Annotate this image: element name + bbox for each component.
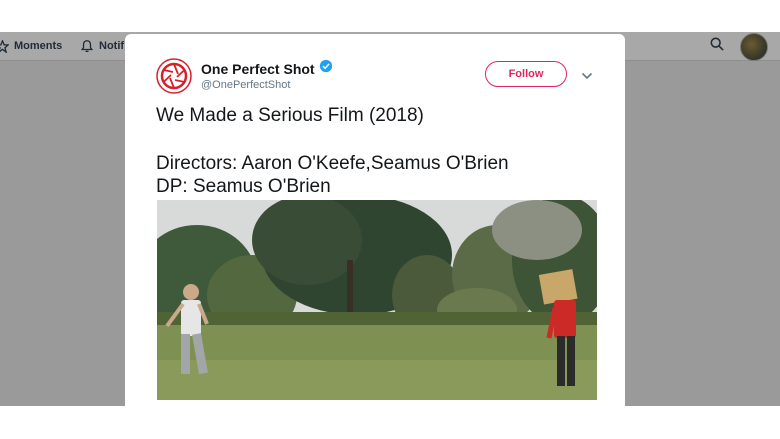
nav-moments[interactable]: Moments <box>0 32 62 60</box>
tweet-text-line-1: We Made a Serious Film (2018) <box>156 105 424 126</box>
moments-icon <box>0 39 9 53</box>
author-name-row[interactable]: One Perfect Shot <box>201 59 333 78</box>
search-icon[interactable] <box>710 37 724 56</box>
tweet-text-line-2: Directors: Aaron O'Keefe,Seamus O'Brien <box>156 153 509 174</box>
nav-notifications-label: Notif <box>99 40 125 52</box>
nav-moments-label: Moments <box>14 40 63 52</box>
follow-button[interactable]: Follow <box>485 61 567 87</box>
top-band <box>0 0 780 32</box>
tweet-text-line-3: DP: Seamus O'Brien <box>156 176 331 197</box>
bottom-band <box>0 406 780 439</box>
user-avatar[interactable] <box>740 33 768 61</box>
profile-avatar[interactable] <box>156 58 192 94</box>
user-handle[interactable]: @OnePerfectShot <box>201 79 290 91</box>
display-name[interactable]: One Perfect Shot <box>201 61 315 77</box>
nav-notifications[interactable]: Notif <box>80 32 124 60</box>
verified-badge-icon <box>319 59 333 78</box>
tweet-media-video[interactable] <box>157 200 597 400</box>
bell-icon <box>80 39 94 53</box>
tweet-modal: One Perfect Shot @OnePerfectShot Follow … <box>125 34 625 406</box>
aperture-logo-icon <box>156 58 192 94</box>
chevron-down-icon[interactable] <box>581 68 593 86</box>
